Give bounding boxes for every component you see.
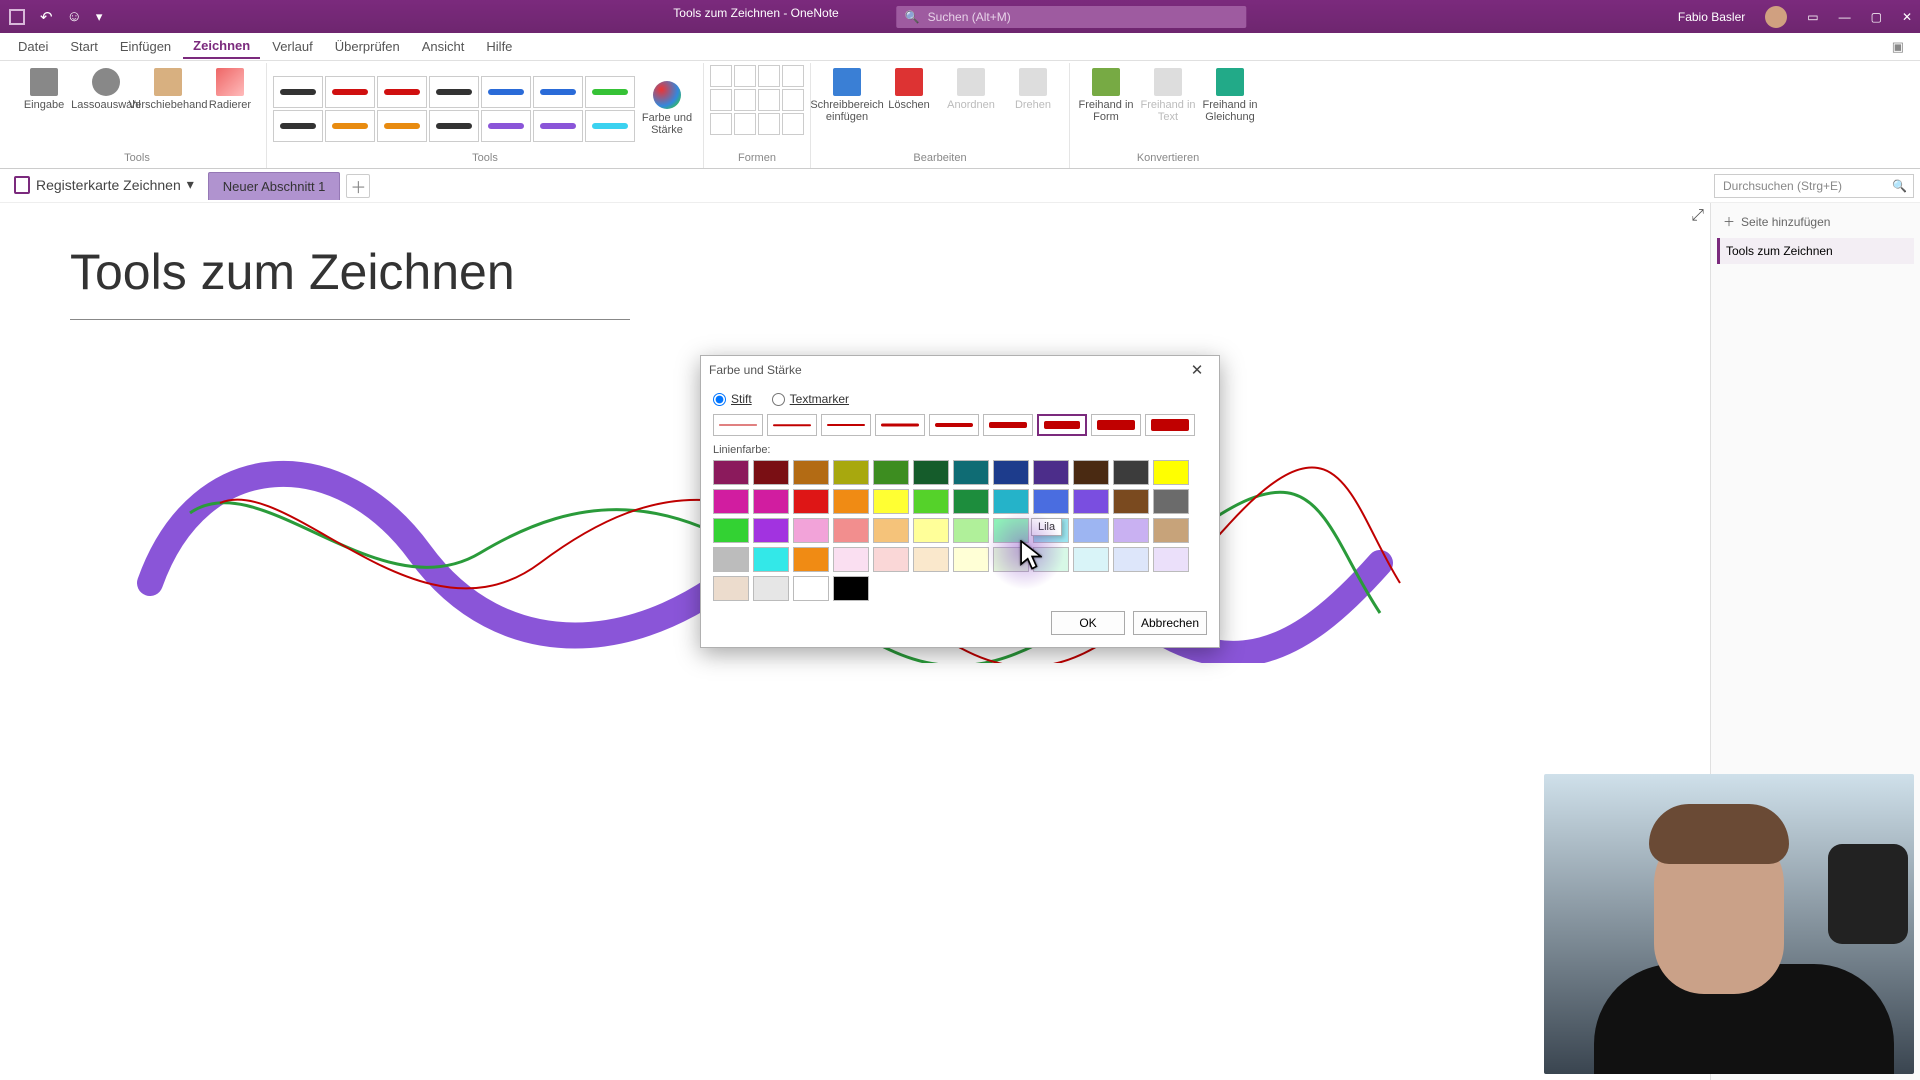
close-icon[interactable]: ✕ <box>1183 361 1211 379</box>
thickness-picker <box>713 414 1207 436</box>
color-swatch[interactable] <box>953 460 989 485</box>
color-swatch[interactable] <box>793 576 829 601</box>
color-swatch[interactable] <box>833 576 869 601</box>
dialog-title: Farbe und Stärke <box>709 363 802 377</box>
color-swatch[interactable] <box>753 576 789 601</box>
color-swatch[interactable] <box>993 460 1029 485</box>
thickness-option[interactable] <box>821 414 871 436</box>
mouse-cursor <box>1020 540 1042 570</box>
color-swatch[interactable] <box>1153 460 1189 485</box>
color-swatch[interactable] <box>873 547 909 572</box>
color-swatch[interactable] <box>1113 547 1149 572</box>
color-swatch[interactable] <box>793 547 829 572</box>
color-grid <box>713 460 1207 601</box>
color-swatch[interactable] <box>713 547 749 572</box>
color-swatch[interactable] <box>753 460 789 485</box>
color-swatch[interactable] <box>1073 547 1109 572</box>
thickness-option[interactable] <box>983 414 1033 436</box>
color-swatch[interactable] <box>1073 518 1109 543</box>
color-swatch[interactable] <box>713 460 749 485</box>
color-swatch[interactable] <box>953 547 989 572</box>
thickness-option[interactable] <box>713 414 763 436</box>
color-swatch[interactable] <box>793 460 829 485</box>
color-swatch[interactable] <box>1113 489 1149 514</box>
color-swatch[interactable] <box>953 518 989 543</box>
color-swatch[interactable] <box>833 460 869 485</box>
thickness-option[interactable] <box>1037 414 1087 436</box>
color-swatch[interactable] <box>953 489 989 514</box>
color-swatch[interactable] <box>1153 547 1189 572</box>
color-swatch[interactable] <box>1033 460 1069 485</box>
color-swatch[interactable] <box>1153 518 1189 543</box>
thickness-option[interactable] <box>767 414 817 436</box>
color-thickness-dialog: Farbe und Stärke ✕ Stift Textmarker Lini… <box>700 355 1220 648</box>
color-swatch[interactable] <box>793 518 829 543</box>
color-swatch[interactable] <box>1113 460 1149 485</box>
color-swatch[interactable] <box>833 547 869 572</box>
pen-radio[interactable]: Stift <box>713 392 752 406</box>
color-swatch[interactable] <box>833 489 869 514</box>
color-swatch[interactable] <box>713 576 749 601</box>
color-swatch[interactable] <box>873 518 909 543</box>
color-section-label: Linienfarbe: <box>713 444 1207 456</box>
color-swatch[interactable] <box>753 489 789 514</box>
color-swatch[interactable] <box>873 460 909 485</box>
color-swatch[interactable] <box>1033 489 1069 514</box>
thickness-option[interactable] <box>1091 414 1141 436</box>
color-tooltip: Lila <box>1031 518 1062 536</box>
color-swatch[interactable] <box>1153 489 1189 514</box>
color-swatch[interactable] <box>913 518 949 543</box>
color-swatch[interactable] <box>833 518 869 543</box>
modal-overlay: Farbe und Stärke ✕ Stift Textmarker Lini… <box>0 0 1920 1080</box>
ok-button[interactable]: OK <box>1051 611 1125 635</box>
color-swatch[interactable] <box>1073 489 1109 514</box>
color-swatch[interactable] <box>873 489 909 514</box>
thickness-option[interactable] <box>1145 414 1195 436</box>
color-swatch[interactable] <box>913 547 949 572</box>
cancel-button[interactable]: Abbrechen <box>1133 611 1207 635</box>
highlighter-radio[interactable]: Textmarker <box>772 392 849 406</box>
color-swatch[interactable] <box>753 547 789 572</box>
color-swatch[interactable] <box>793 489 829 514</box>
color-swatch[interactable] <box>753 518 789 543</box>
color-swatch[interactable] <box>713 489 749 514</box>
color-swatch[interactable] <box>913 489 949 514</box>
color-swatch[interactable] <box>713 518 749 543</box>
color-swatch[interactable] <box>1113 518 1149 543</box>
thickness-option[interactable] <box>929 414 979 436</box>
color-swatch[interactable] <box>1073 460 1109 485</box>
thickness-option[interactable] <box>875 414 925 436</box>
color-swatch[interactable] <box>993 489 1029 514</box>
color-swatch[interactable] <box>913 460 949 485</box>
